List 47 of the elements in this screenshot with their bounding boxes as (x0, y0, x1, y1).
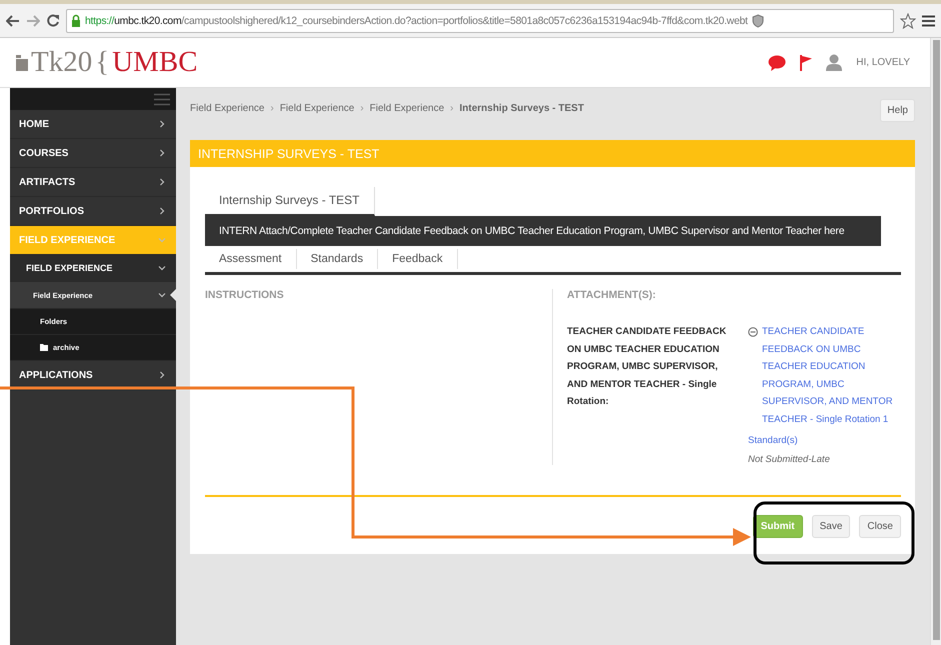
breadcrumb-link[interactable]: Internship Surveys - TEST (459, 103, 584, 114)
chevron-down-icon (158, 236, 166, 244)
subtab[interactable]: Standards (296, 249, 378, 269)
shield-icon (752, 14, 764, 28)
chevron-down-icon (158, 291, 166, 299)
user-greeting[interactable]: HI, LOVELY (856, 57, 910, 68)
star-icon[interactable] (900, 12, 916, 28)
menu-icon[interactable] (922, 14, 935, 26)
attachment-link[interactable]: TEACHER CANDIDATE FEEDBACK ON UMBC TEACHER EDUCATION PROGRAM, UMBC SUPERVISOR, AND MENTOR TEACHER - Single Rotation 1 (762, 323, 898, 428)
submission-status: Not Submitted-Late (748, 454, 831, 464)
breadcrumb-link[interactable]: Field Experience (280, 103, 354, 114)
chevron-right-icon (158, 149, 166, 157)
chevron-right-icon (158, 207, 166, 215)
url-text: https://umbc.tk20.com/campustoolshighered/k12_coursebindersAction.do?action=portfolios&title=5801a8c057c6236a153194ac94b-7ffd&com.tk20.webt (85, 14, 748, 26)
chat-bubble-icon[interactable] (768, 54, 786, 70)
logo[interactable]: Tk20{UMBC (16, 46, 198, 79)
scroll-bar[interactable] (930, 38, 941, 645)
action-button[interactable]: Close (859, 514, 901, 538)
chevron-right-icon (158, 371, 166, 379)
user-icon[interactable] (826, 54, 842, 71)
sidebar-item[interactable]: FIELD EXPERIENCE (10, 255, 176, 282)
subtab[interactable]: Feedback (378, 249, 458, 269)
minus-circle-icon[interactable] (748, 327, 758, 337)
flag-icon[interactable] (800, 54, 812, 70)
attachment-label: TEACHER CANDIDATE FEEDBACK ON UMBC TEACHER EDUCATION PROGRAM, UMBC SUPERVISOR, AND MENTOR TEACHER - Single Rotation: (567, 325, 728, 409)
chevron-down-icon (158, 264, 166, 272)
help-button[interactable]: Help (880, 99, 915, 122)
logo-mark-icon (16, 54, 28, 70)
breadcrumb-separator-icon: › (360, 103, 364, 114)
reload-button[interactable] (46, 14, 60, 28)
chevron-right-icon (158, 178, 166, 186)
banner: INTERN Attach/Complete Teacher Candidate Feedback on UMBC Teacher Education Program, UMBC Supervisor and Mentor Teacher here (205, 216, 881, 246)
subtab[interactable]: Assessment (205, 249, 297, 269)
address-bar[interactable]: https://umbc.tk20.com/campustoolshighered/k12_coursebindersAction.do?action=portfolios&title=5801a8c057c6236a153194ac94b-7ffd&com.tk20.webt (66, 8, 894, 32)
back-button[interactable] (6, 14, 20, 26)
breadcrumb-separator-icon: › (450, 103, 454, 114)
standards-link[interactable]: Standard(s) (748, 432, 898, 450)
section-heading: INSTRUCTIONS (205, 289, 285, 301)
panel-title: INTERNSHIP SURVEYS - TEST (190, 140, 915, 167)
section-heading: ATTACHMENT(S): (567, 289, 657, 301)
breadcrumb-link[interactable]: Field Experience (370, 103, 444, 114)
breadcrumb-separator-icon: › (270, 103, 274, 114)
lock-icon (71, 14, 81, 27)
breadcrumb-link[interactable]: Field Experience (190, 103, 264, 114)
chevron-right-icon (158, 120, 166, 128)
action-button[interactable]: Save (812, 514, 850, 538)
tab[interactable]: Internship Surveys - TEST (205, 187, 374, 216)
